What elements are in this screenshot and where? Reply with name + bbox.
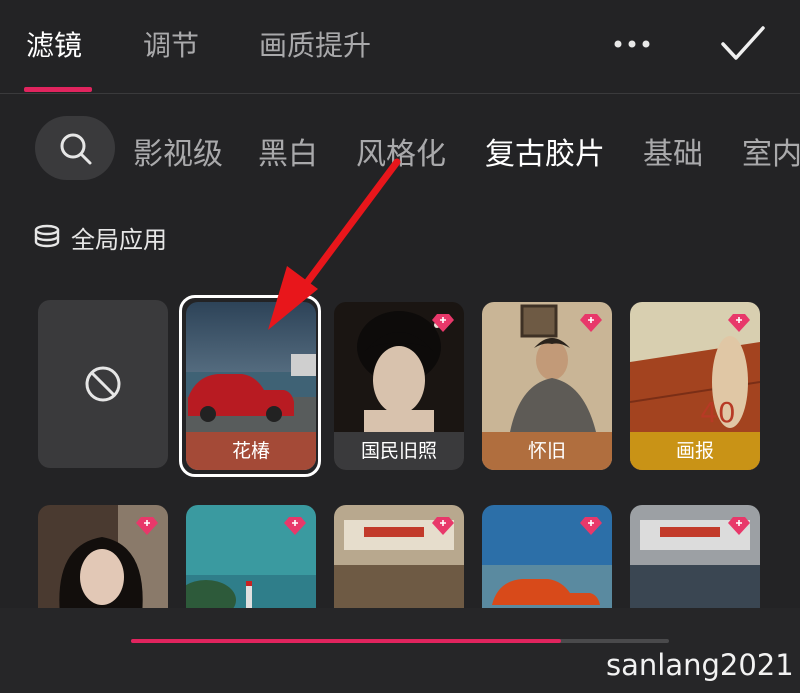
filter-tile[interactable]: 国民旧照 (334, 302, 464, 470)
filter-tile[interactable] (186, 505, 316, 615)
diamond-icon (728, 314, 750, 332)
diamond-icon (432, 314, 454, 332)
diamond-icon (728, 517, 750, 535)
scroll-thumb[interactable] (131, 639, 562, 643)
category-indoor[interactable]: 室内 (742, 129, 800, 173)
filter-label: 花椿 (186, 432, 316, 470)
diamond-icon (432, 517, 454, 535)
filter-category-bar: 影视级 黑白 风格化 复古胶片 基础 室内 (0, 113, 800, 183)
top-bar: 滤镜 调节 画质提升 (0, 0, 800, 94)
global-apply-label: 全局应用 (71, 226, 167, 254)
category-retro-film[interactable]: 复古胶片 (485, 129, 605, 173)
filter-tile[interactable] (334, 505, 464, 615)
layers-icon (34, 224, 60, 248)
category-black-white[interactable]: 黑白 (258, 129, 318, 173)
svg-text:40: 40 (700, 396, 736, 429)
category-film[interactable]: 影视级 (133, 129, 223, 173)
category-basic[interactable]: 基础 (643, 129, 703, 173)
category-stylized[interactable]: 风格化 (356, 129, 446, 173)
filter-label: 国民旧照 (334, 432, 464, 470)
filter-tile[interactable] (38, 505, 168, 615)
filter-tile[interactable] (482, 505, 612, 615)
tab-adjust[interactable]: 调节 (143, 24, 199, 64)
tab-quality-enhance[interactable]: 画质提升 (259, 24, 371, 64)
no-filter-icon (85, 366, 121, 402)
watermark: sanlang2021 (606, 648, 794, 682)
filter-label: 怀旧 (482, 432, 612, 470)
filter-tile[interactable]: 40 画报 (630, 302, 760, 470)
filter-none[interactable] (38, 300, 168, 468)
active-tab-indicator (24, 87, 92, 92)
filter-label: 画报 (630, 432, 760, 470)
filter-tile[interactable]: 怀旧 (482, 302, 612, 470)
check-icon[interactable] (718, 22, 768, 66)
tab-filters[interactable]: 滤镜 (26, 24, 82, 64)
diamond-icon (580, 517, 602, 535)
filter-tile[interactable]: 花椿 (186, 302, 316, 470)
diamond-icon (284, 517, 306, 535)
diamond-icon (580, 314, 602, 332)
diamond-icon (136, 517, 158, 535)
search-icon (60, 133, 92, 165)
more-dots-icon[interactable] (612, 30, 652, 58)
search-button[interactable] (35, 116, 115, 180)
filter-tile[interactable] (630, 505, 760, 615)
